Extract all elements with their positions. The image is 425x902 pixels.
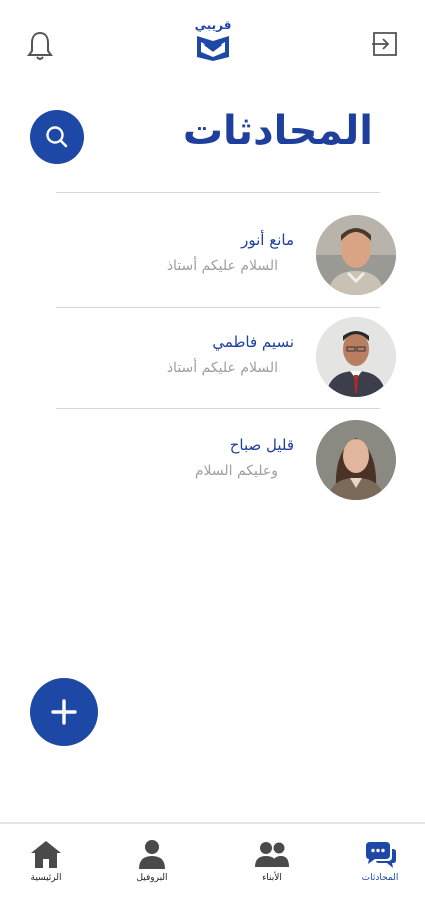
home-icon: [31, 841, 61, 868]
nav-label: المحادثات: [361, 873, 399, 883]
avatar: [316, 420, 396, 500]
search-button[interactable]: [30, 110, 84, 164]
logout-icon[interactable]: [371, 30, 399, 58]
message-preview: السلام عليكم أستاذ: [166, 360, 278, 376]
search-icon: [46, 126, 68, 148]
contact-name: نسيم فاطمي: [212, 333, 294, 351]
app-logo: قريبي: [190, 18, 236, 68]
conversation-item[interactable]: نسيم فاطمي السلام عليكم أستاذ: [56, 317, 400, 407]
message-preview: السلام عليكم أستاذ: [166, 258, 278, 274]
bell-icon[interactable]: [26, 30, 54, 62]
nav-label: الأبناء: [262, 873, 282, 883]
bottom-navigation: الرئيسية البروفيل الأبناء المحادثات: [0, 822, 425, 902]
book-logo-icon: [197, 36, 229, 61]
nav-label: الرئيسية: [30, 873, 62, 883]
person-icon: [139, 840, 165, 869]
divider: [56, 307, 380, 308]
chat-bubbles-icon: [366, 842, 396, 868]
conversation-item[interactable]: قليل صباح وعليكم السلام: [56, 420, 400, 510]
conversation-item[interactable]: مانع أنور السلام عليكم أستاذ: [56, 215, 400, 305]
new-conversation-button[interactable]: [30, 678, 98, 746]
nav-chats[interactable]: المحادثات: [340, 838, 420, 883]
message-preview: وعليكم السلام: [194, 463, 278, 479]
divider: [56, 192, 380, 193]
nav-children[interactable]: الأبناء: [232, 838, 312, 883]
plus-icon: [51, 699, 77, 725]
people-icon: [255, 842, 289, 867]
nav-profile[interactable]: البروفيل: [112, 838, 192, 883]
nav-home[interactable]: الرئيسية: [6, 838, 86, 883]
avatar: [316, 317, 396, 397]
top-bar: قريبي: [0, 0, 425, 90]
contact-name: مانع أنور: [241, 231, 294, 249]
nav-label: البروفيل: [136, 873, 168, 883]
logo-text: قريبي: [194, 18, 232, 32]
page-title: المحادثات: [182, 108, 373, 154]
avatar: [316, 215, 396, 295]
divider: [56, 408, 380, 409]
contact-name: قليل صباح: [229, 436, 294, 454]
